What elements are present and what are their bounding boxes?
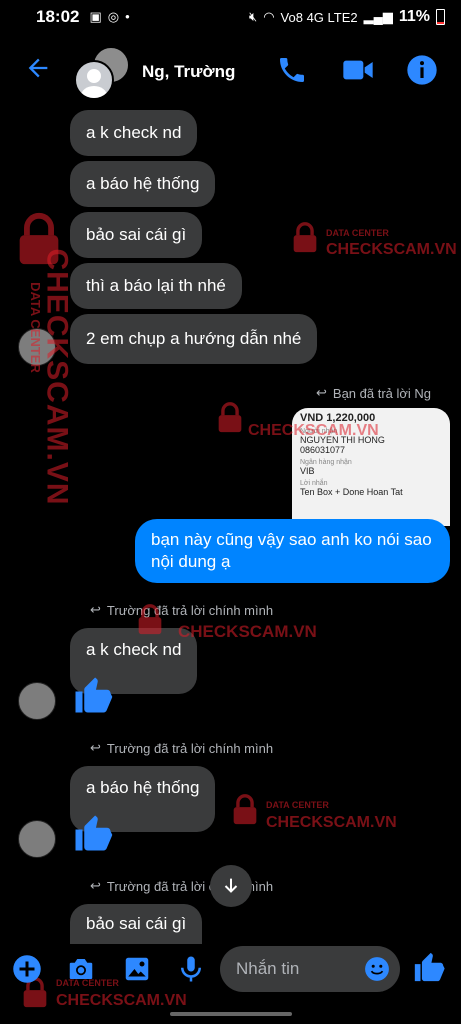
status-right: 🔇︎ ◠ Vo8 4G LTE2 ▂▄▆ 11% [249,8,445,26]
reply-arrow-icon: ↩ [90,602,101,617]
message-bubble[interactable]: 2 em chụp a hướng dẫn nhé [70,314,318,364]
watermark-lock-icon [233,794,257,825]
network-label: Vo8 4G LTE2 [280,9,358,25]
message-bubble[interactable]: a k check nd [70,110,198,156]
watermark-subtext: DATA CENTER [266,800,329,810]
receipt-receiver-name: NGUYEN THI HONG [300,435,385,445]
home-indicator[interactable] [170,1012,292,1016]
chat-header: Ng, Trường [0,40,461,104]
my-message-bubble[interactable]: bạn này cũng vậy sao anh ko nói sao nội … [135,519,450,583]
sender-avatar[interactable] [18,328,56,366]
sender-avatar[interactable] [18,820,56,858]
my-message-line: nội dung ạ [151,552,231,571]
receipt-bank: VIB [300,466,315,476]
thumbs-up-send-icon[interactable] [412,950,446,984]
receipt-account: 086031077 [300,445,346,455]
transfer-receipt-image[interactable]: VND 1,220,000 Người nhận NGUYEN THI HONG… [292,408,450,526]
reply-arrow-icon: ↩ [90,740,101,755]
battery-percent: 11% [398,8,430,25]
watermark-lock-icon [293,222,317,253]
reply-note-text: Bạn đã trả lời Ng [332,385,432,401]
watermark-subtext: DATA CENTER [326,228,389,238]
message-bubble[interactable]: bảo sai cái gì [70,212,203,258]
emoji-icon[interactable] [364,956,390,982]
message-input[interactable]: Nhắn tin [220,946,400,992]
avatar-default-icon [74,60,114,100]
reply-note: ↩ Trường đã trả lời chính mình [90,602,273,618]
thumbs-up-icon[interactable] [72,810,114,856]
receipt-amount: VND 1,220,000 [300,412,376,424]
receipt-receiver-label: Người nhận [300,428,338,435]
notification-icons: ▣ ◎ • [89,9,129,25]
plus-icon[interactable] [12,954,42,984]
sender-avatar[interactable] [18,682,56,720]
receipt-note-label: Lời nhắn [300,480,328,487]
message-bubble[interactable]: a báo hệ thống [70,161,216,207]
watermark-lock-icon [19,212,59,265]
camera-icon[interactable] [66,954,96,984]
receipt-bank-label: Ngân hàng nhận [300,459,352,466]
scroll-to-bottom-button[interactable] [210,865,252,907]
reply-note-text: Trường đã trả lời chính mình [106,602,274,618]
watermark-lock-icon [138,604,162,635]
watermark-text: CHECKSCAM.VN [40,248,74,506]
receipt-note: Ten Box + Done Hoan Tat [300,487,403,497]
phone-call-icon[interactable] [276,54,308,86]
message-bubble[interactable]: thì a báo lại th nhé [70,263,242,309]
my-message-line: bạn này cũng vậy sao anh ko nói sao [151,530,432,549]
status-bar: 18:02 ▣ ◎ • 🔇︎ ◠ Vo8 4G LTE2 ▂▄▆ 11% [0,0,461,34]
dot-icon: • [125,9,130,24]
quoted-message[interactable]: bảo sai cái gì [70,904,203,944]
battery-icon [436,9,445,25]
mute-icon: 🔇︎ [249,9,258,24]
chat-title[interactable]: Ng, Trường [142,62,235,82]
message-composer: Nhắn tin [0,944,461,998]
gallery-icon[interactable] [122,954,152,984]
messenger-notification-icon: ◎ [107,9,120,24]
signal-icon: ▂▄▆ [363,9,393,24]
back-arrow-icon[interactable] [24,54,52,82]
reply-note-text: Trường đã trả lời chính mình [106,740,274,756]
watermark-text: CHECKSCAM.VN [178,622,317,641]
watermark-text: CHECKSCAM.VN [266,814,397,831]
info-icon[interactable] [406,54,438,86]
message-input-placeholder: Nhắn tin [236,959,300,978]
thumbs-up-icon[interactable] [72,672,114,718]
reply-arrow-icon: ↩ [316,385,327,400]
arrow-down-icon [224,878,238,893]
reply-note: ↩ Bạn đã trả lời Ng [316,385,431,401]
watermark-lock-icon [218,402,242,433]
wifi-icon: ◠ [263,9,275,24]
group-avatar[interactable] [74,46,130,100]
gallery-notification-icon: ▣ [89,9,102,24]
reply-arrow-icon: ↩ [90,878,101,893]
watermark-text: CHECKSCAM.VN [326,241,457,258]
video-call-icon[interactable] [340,54,376,86]
reply-note: ↩ Trường đã trả lời chính mình [90,740,273,756]
status-time: 18:02 [36,7,80,26]
microphone-icon[interactable] [176,954,206,984]
